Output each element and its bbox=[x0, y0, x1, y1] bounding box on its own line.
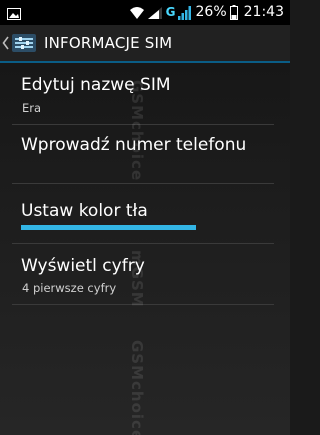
status-bar-right: G 26% 21:43 bbox=[129, 3, 284, 22]
status-bar: G 26% 21:43 bbox=[0, 0, 290, 25]
background-color-swatch bbox=[21, 225, 196, 230]
battery-percent: 26% bbox=[195, 4, 227, 20]
watermark-mid: mGSM bbox=[128, 250, 146, 308]
list-item-title: Edytuj nazwę SIM bbox=[21, 75, 171, 95]
list-item-subtitle: 4 pierwsze cyfry bbox=[22, 281, 117, 295]
action-bar: INFORMACJE SIM bbox=[0, 25, 290, 63]
chevron-left-icon bbox=[2, 35, 9, 54]
up-navigation-button[interactable] bbox=[0, 25, 40, 61]
wifi-icon bbox=[129, 6, 145, 20]
battery-icon bbox=[229, 5, 238, 20]
photo-icon bbox=[7, 5, 21, 24]
watermark-bottom: GSMchoice bbox=[128, 340, 146, 435]
list-item-subtitle: Era bbox=[22, 101, 42, 115]
settings-app-icon bbox=[11, 31, 37, 59]
signal-bars-icon bbox=[177, 5, 192, 20]
list-item-title: Ustaw kolor tła bbox=[21, 201, 148, 221]
network-type-label: G bbox=[165, 5, 176, 19]
list-item-title: Wyświetl cyfry bbox=[21, 256, 145, 276]
signal-strength-icon bbox=[147, 6, 163, 20]
watermark-top: GSMchoice bbox=[128, 80, 146, 182]
clock: 21:43 bbox=[243, 4, 284, 20]
list-item-set-background-color[interactable]: Ustaw kolor tła bbox=[0, 184, 290, 243]
page-title: INFORMACJE SIM bbox=[44, 34, 173, 52]
sim-info-screen: G 26% 21:43 INFORMACJE SIM Edytuj nazwę … bbox=[0, 0, 290, 435]
